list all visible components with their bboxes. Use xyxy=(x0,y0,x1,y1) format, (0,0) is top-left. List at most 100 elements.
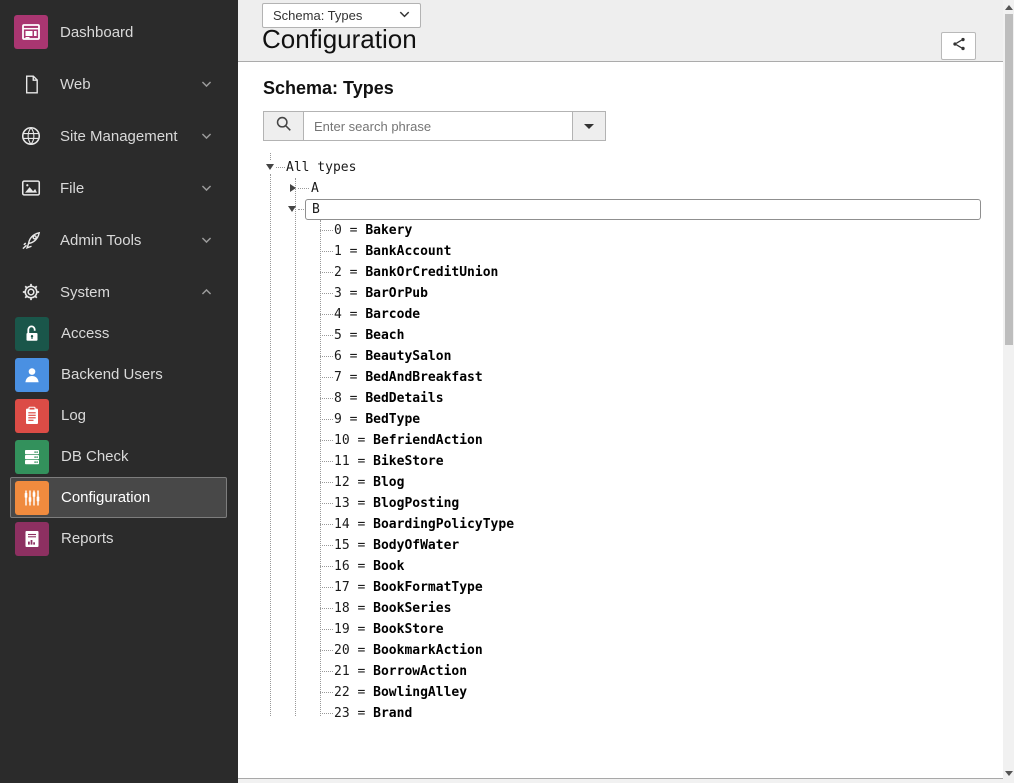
sidebar-item-admin-tools[interactable]: Admin Tools xyxy=(0,214,238,266)
tree-item[interactable]: 15 = BodyOfWater xyxy=(320,535,980,556)
tree-connector-stub xyxy=(320,713,333,714)
select-chevron-down-icon xyxy=(397,7,412,25)
tree-item[interactable]: 10 = BefriendAction xyxy=(320,430,980,451)
search-button[interactable] xyxy=(263,111,303,141)
chevron-down-icon xyxy=(200,182,213,195)
tree-item[interactable]: 19 = BookStore xyxy=(320,619,980,640)
tree-item[interactable]: 22 = BowlingAlley xyxy=(320,682,980,703)
tree-item[interactable]: 2 = BankOrCreditUnion xyxy=(320,262,980,283)
share-icon xyxy=(951,36,967,57)
sidebar-item-file[interactable]: File xyxy=(0,162,238,214)
tree-item[interactable]: 20 = BookmarkAction xyxy=(320,640,980,661)
tree-item[interactable]: 3 = BarOrPub xyxy=(320,283,980,304)
tree-connector-stub xyxy=(320,671,333,672)
tree-item-label: 1 = BankAccount xyxy=(333,244,451,259)
sidebar-item-backend-users[interactable]: Backend Users xyxy=(10,354,227,395)
tree-expander-b-icon[interactable] xyxy=(288,206,296,212)
tree-item-label: 7 = BedAndBreakfast xyxy=(333,370,483,385)
tree-root-node[interactable]: All types xyxy=(286,157,356,178)
gear-icon xyxy=(14,275,48,309)
tree-item-label: 16 = Book xyxy=(333,559,404,574)
scroll-down-arrow-icon[interactable] xyxy=(1005,771,1013,776)
tree-item[interactable]: 11 = BikeStore xyxy=(320,451,980,472)
tree-item[interactable]: 4 = Barcode xyxy=(320,304,980,325)
tree-item-label: 14 = BoardingPolicyType xyxy=(333,517,514,532)
sidebar-item-access[interactable]: Access xyxy=(10,313,227,354)
tree-item-label: 10 = BefriendAction xyxy=(333,433,483,448)
sidebar-item-label: Site Management xyxy=(60,128,178,145)
sidebar-item-label: Dashboard xyxy=(60,24,133,41)
tree-connector-stub xyxy=(320,692,333,693)
vertical-scrollbar-thumb[interactable] xyxy=(1005,14,1013,345)
tree-item-label: 11 = BikeStore xyxy=(333,454,444,469)
tree-connector-stub xyxy=(320,251,333,252)
tree-connector-stub xyxy=(320,335,333,336)
report-chart-icon xyxy=(15,522,49,556)
tree-item[interactable]: 8 = BedDetails xyxy=(320,388,980,409)
database-icon xyxy=(15,440,49,474)
tree-item[interactable]: 23 = Brand xyxy=(320,703,980,724)
chevron-down-icon xyxy=(200,78,213,91)
tree-node-b-selected[interactable]: B xyxy=(305,199,981,220)
tree-item[interactable]: 17 = BookFormatType xyxy=(320,577,980,598)
tree-item-label: 22 = BowlingAlley xyxy=(333,685,467,700)
sidebar-item-label: Log xyxy=(61,407,86,424)
tree-root-expander-icon[interactable] xyxy=(266,164,274,170)
sidebar-item-web[interactable]: Web xyxy=(0,58,238,110)
sidebar-item-label: Access xyxy=(61,325,109,342)
caret-down-icon xyxy=(584,124,594,129)
tree-item-label: 2 = BankOrCreditUnion xyxy=(333,265,498,280)
sidebar-item-configuration[interactable]: Configuration xyxy=(10,477,227,518)
sidebar-item-site-management[interactable]: Site Management xyxy=(0,110,238,162)
tree-item-label: 17 = BookFormatType xyxy=(333,580,483,595)
tree-connector-stub xyxy=(320,356,333,357)
tree-item-label: 5 = Beach xyxy=(333,328,404,343)
tree-item-label: 0 = Bakery xyxy=(333,223,412,238)
horizontal-scrollbar[interactable] xyxy=(238,778,1014,783)
search-input[interactable] xyxy=(303,111,573,141)
tree-item[interactable]: 6 = BeautySalon xyxy=(320,346,980,367)
tree-item-label: 4 = Barcode xyxy=(333,307,420,322)
tree-item[interactable]: 5 = Beach xyxy=(320,325,980,346)
tree-item-label: 3 = BarOrPub xyxy=(333,286,428,301)
tree-item[interactable]: 7 = BedAndBreakfast xyxy=(320,367,980,388)
tree-item[interactable]: 18 = BookSeries xyxy=(320,598,980,619)
tree-connector-stub xyxy=(320,272,333,273)
tree-item[interactable]: 14 = BoardingPolicyType xyxy=(320,514,980,535)
chevron-up-icon xyxy=(200,286,213,299)
tree-item[interactable]: 1 = BankAccount xyxy=(320,241,980,262)
tree-item-label: 23 = Brand xyxy=(333,706,412,721)
sidebar-item-reports[interactable]: Reports xyxy=(10,518,227,559)
search-options-dropdown-button[interactable] xyxy=(573,111,606,141)
tree-connector-line xyxy=(295,178,296,716)
tree-item[interactable]: 0 = Bakery xyxy=(320,220,980,241)
sidebar-item-dashboard[interactable]: Dashboard xyxy=(0,6,238,58)
share-button[interactable] xyxy=(941,32,976,60)
tree-connector-stub xyxy=(320,440,333,441)
tree-connector-stub xyxy=(320,524,333,525)
sidebar-item-log[interactable]: Log xyxy=(10,395,227,436)
tree-item[interactable]: 21 = BorrowAction xyxy=(320,661,980,682)
tree-item[interactable]: 12 = Blog xyxy=(320,472,980,493)
tree-connector-stub xyxy=(320,230,333,231)
typo3-backend-window: Dashboard Web Site Management File Admin Too… xyxy=(0,0,1014,783)
tree-connector-stub xyxy=(320,377,333,378)
tree-item[interactable]: 16 = Book xyxy=(320,556,980,577)
scroll-up-arrow-icon[interactable] xyxy=(1005,5,1013,10)
sidebar-item-system[interactable]: System xyxy=(0,266,238,318)
sidebar-item-label: Admin Tools xyxy=(60,232,141,249)
sidebar-item-db-check[interactable]: DB Check xyxy=(10,436,227,477)
tree-item[interactable]: 9 = BedType xyxy=(320,409,980,430)
module-sidebar: Dashboard Web Site Management File Admin Too… xyxy=(0,0,238,783)
tree-connector-stub xyxy=(320,650,333,651)
tree-expander-a-icon[interactable] xyxy=(290,184,296,192)
image-icon xyxy=(14,171,48,205)
sidebar-item-label: Reports xyxy=(61,530,114,547)
tree-node-a[interactable]: A xyxy=(311,178,319,199)
chevron-down-icon xyxy=(200,130,213,143)
tree-item-label: 20 = BookmarkAction xyxy=(333,643,483,658)
tree-item[interactable]: 13 = BlogPosting xyxy=(320,493,980,514)
content-area: Schema: Types Configuration Schema: Type… xyxy=(238,0,1003,778)
sidebar-item-label: System xyxy=(60,284,110,301)
section-title: Schema: Types xyxy=(263,78,394,99)
